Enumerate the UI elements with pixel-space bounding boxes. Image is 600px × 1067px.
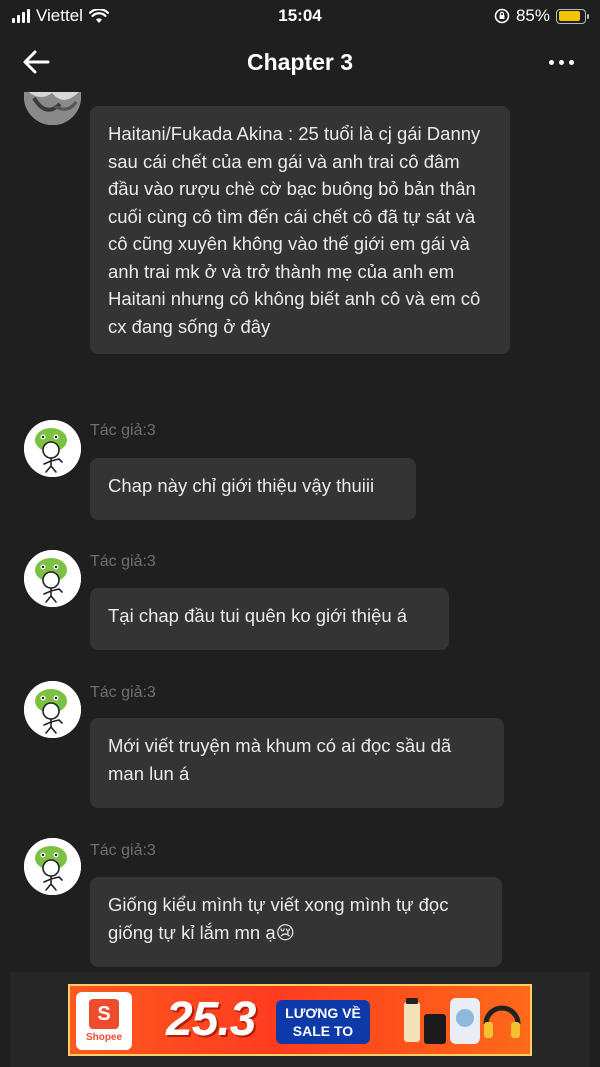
author-avatar[interactable] [24, 838, 81, 895]
message-bubble: Mới viết truyện mà khum có ai đọc sầu dã… [90, 718, 504, 808]
status-left: Viettel [12, 6, 109, 26]
frog-avatar-icon [24, 681, 81, 738]
ad-tagline-line1: LƯƠNG VỀ [285, 1005, 361, 1021]
more-dot-icon [558, 59, 564, 65]
frog-avatar-icon [24, 838, 81, 895]
author-avatar[interactable] [24, 420, 81, 477]
more-options-button[interactable] [544, 50, 578, 74]
author-name: Tác giả:3 [90, 553, 156, 570]
battery-level [558, 11, 580, 21]
wifi-icon [88, 8, 109, 23]
author-name: Tác giả:3 [90, 684, 156, 701]
shopee-brand-text: Shopee [85, 1032, 123, 1043]
message-bubble: Haitani/Fukada Akina : 25 tuổi là cj gái… [90, 106, 510, 354]
battery-percent: 85% [515, 6, 550, 25]
more-dot-icon [548, 59, 554, 65]
page-title: Chapter 3 [246, 48, 354, 75]
shopee-ad[interactable]: S Shopee 25.3 LƯƠNG VỀ SALE TO [68, 984, 532, 1056]
user-avatar[interactable] [24, 92, 81, 125]
ad-tagline-line2: SALE TO [292, 1023, 354, 1039]
ad-tagline: LƯƠNG VỀ SALE TO [276, 1000, 370, 1044]
nav-bar: Chapter 3 [0, 32, 600, 92]
shopee-logo: S Shopee [76, 992, 132, 1050]
ad-banner: S Shopee 25.3 LƯƠNG VỀ SALE TO [10, 972, 590, 1067]
author-name: Tác giả:3 [90, 422, 156, 439]
author-avatar[interactable] [24, 550, 81, 607]
more-dot-icon [568, 59, 574, 65]
signal-icon [12, 9, 30, 23]
status-bar: Viettel 15:04 85% [0, 0, 600, 32]
message-text: Chap này chỉ giới thiệu vậy thuiii [108, 475, 375, 496]
ad-products-image [404, 998, 521, 1044]
back-arrow-icon[interactable] [20, 46, 52, 78]
message-bubble: Chap này chỉ giới thiệu vậy thuiii [90, 458, 416, 520]
shopee-bag-icon: S [89, 999, 119, 1029]
message-text: Tại chap đầu tui quên ko giới thiệu á [108, 605, 408, 626]
status-right: 85% [494, 6, 589, 26]
anime-avatar-icon [24, 92, 81, 125]
author-name: Tác giả:3 [90, 842, 156, 859]
orientation-lock-icon [494, 8, 510, 24]
message-bubble: Tại chap đầu tui quên ko giới thiệu á [90, 588, 449, 650]
frog-avatar-icon [24, 550, 81, 607]
battery-icon [556, 8, 589, 24]
chat-list[interactable]: Haitani/Fukada Akina : 25 tuổi là cj gái… [0, 92, 600, 972]
ad-date: 25.3 [166, 993, 256, 1046]
frog-avatar-icon [24, 420, 81, 477]
message-text: Haitani/Fukada Akina : 25 tuổi là cj gái… [108, 123, 481, 337]
message-text: Mới viết truyện mà khum có ai đọc sầu dã… [108, 735, 452, 784]
message-text: Giống kiểu mình tự viết xong mình tự đọc… [108, 894, 449, 943]
author-avatar[interactable] [24, 681, 81, 738]
carrier-name: Viettel [36, 6, 83, 25]
message-bubble: Giống kiểu mình tự viết xong mình tự đọc… [90, 877, 502, 967]
